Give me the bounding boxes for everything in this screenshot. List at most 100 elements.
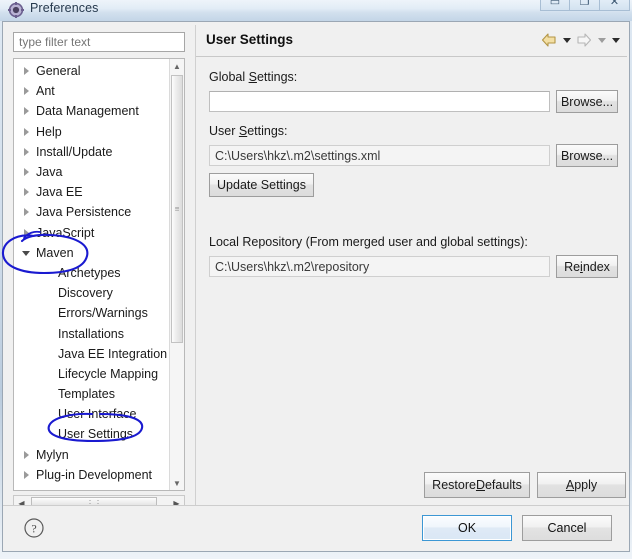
twisty-collapsed-icon[interactable] [22,147,32,157]
local-repository-input[interactable] [209,256,550,277]
window-title-bar: Preferences ▭ ❐ ✕ [0,0,632,21]
twisty-placeholder [44,349,54,359]
tree-item[interactable]: Errors/Warnings [14,303,174,323]
preferences-sidebar: General Ant Data Management Help Install/Upd… [7,25,193,512]
page-menu-caret-icon[interactable] [610,31,621,49]
help-question-icon[interactable]: ? [23,517,45,539]
forward-dropdown-caret-icon [596,31,607,49]
restore-defaults-button[interactable]: Restore Defaults [424,472,530,498]
tree-item[interactable]: Discovery [14,283,174,303]
preferences-tree[interactable]: General Ant Data Management Help Install/Upd… [13,58,185,491]
twisty-collapsed-icon[interactable] [22,207,32,217]
minimize-icon: ▭ [549,0,561,8]
user-settings-input[interactable] [209,145,550,166]
tree-item[interactable]: General [14,61,174,81]
tree-item[interactable]: Help [14,122,174,142]
tree-item[interactable]: Templates [14,384,174,404]
twisty-placeholder [44,268,54,278]
tree-item[interactable]: Lifecycle Mapping [14,364,174,384]
tree-vertical-scrollbar[interactable]: ▲ ≡ ▼ [169,59,184,490]
user-settings-label-key: S [238,124,248,138]
reindex-label-pre: Re [564,259,581,274]
tree-item-label: User Interface [58,407,137,422]
cancel-button[interactable]: Cancel [522,515,612,541]
tree-item[interactable]: Install/Update [14,142,174,162]
twisty-expanded-icon[interactable] [22,248,32,258]
update-settings-button[interactable]: Update Settings [209,173,314,197]
filter-input[interactable] [13,32,185,52]
minimize-button[interactable]: ▭ [540,0,570,11]
tree-item-label: Errors/Warnings [58,306,148,321]
tree-item[interactable]: Plug-in Development [14,465,174,485]
forward-arrow-icon [575,31,593,49]
tree-item[interactable]: Java EE Integration [14,344,174,364]
tree-item[interactable]: Java EE [14,182,174,202]
global-settings-label-pre: Global [209,70,249,84]
user-settings-label-pre: User [209,124,239,138]
local-repository-label: Local Repository (From merged user and g… [209,235,528,249]
page-action-buttons: Restore Defaults Apply [196,470,627,510]
tree-item[interactable]: JavaScript [14,223,174,243]
tree-item[interactable]: Mylyn [14,445,174,465]
twisty-collapsed-icon[interactable] [22,167,32,177]
apply-label-post: pply [574,478,598,492]
settings-page-header: User Settings [196,25,627,57]
ok-button[interactable]: OK [422,515,512,541]
apply-button[interactable]: Apply [537,472,626,498]
twisty-placeholder [44,329,54,339]
tree-vscroll-thumb[interactable]: ≡ [171,75,183,343]
tree-item-label: Java EE Integration [58,346,168,361]
tree-item[interactable]: User Settings [14,424,174,444]
scroll-up-icon[interactable]: ▲ [170,59,184,73]
global-settings-label-key: S [248,70,257,84]
twisty-collapsed-icon[interactable] [22,86,32,96]
tree-item-label: Java EE [36,185,83,200]
settings-page: User Settings Global Settings: Browse...… [195,25,627,510]
global-settings-browse-button[interactable]: Browse... [556,90,618,113]
scroll-down-icon[interactable]: ▼ [170,476,184,490]
global-settings-input[interactable] [209,91,550,112]
maximize-button[interactable]: ❐ [570,0,600,11]
tree-item-label: Java Persistence [36,205,132,220]
twisty-collapsed-icon[interactable] [22,228,32,238]
tree-item-label: Discovery [58,286,113,301]
tree-item-label: General [36,64,81,79]
tree-item[interactable]: Java [14,162,174,182]
user-settings-browse-button[interactable]: Browse... [556,144,618,167]
tree-item-label: Install/Update [36,144,113,159]
tree-item[interactable]: Installations [14,323,174,343]
tree-item-label: Installations [58,326,125,341]
apply-label-key: A [565,478,575,492]
tree-item[interactable]: Maven [14,243,174,263]
twisty-placeholder [44,429,54,439]
tree-item[interactable]: Archetypes [14,263,174,283]
close-button[interactable]: ✕ [600,0,630,11]
twisty-collapsed-icon[interactable] [22,66,32,76]
window-controls: ▭ ❐ ✕ [540,0,630,11]
twisty-placeholder [44,369,54,379]
tree-item[interactable]: Data Management [14,101,174,121]
tree-item-label: Maven [36,245,74,260]
twisty-collapsed-icon[interactable] [22,470,32,480]
twisty-collapsed-icon[interactable] [22,106,32,116]
reindex-label-post: ndex [582,259,610,274]
tree-item-label: Help [36,124,62,139]
back-dropdown-caret-icon[interactable] [561,31,572,49]
tree-item[interactable]: Java Persistence [14,202,174,222]
window-title: Preferences [30,1,99,15]
tree-item[interactable]: Ant [14,81,174,101]
twisty-collapsed-icon[interactable] [22,450,32,460]
user-settings-label-post: ettings: [247,124,288,138]
preferences-dialog: General Ant Data Management Help Install/Upd… [2,21,630,552]
page-title: User Settings [206,32,294,47]
tree-item-label: Data Management [36,104,139,119]
twisty-placeholder [44,288,54,298]
page-navigation [540,31,621,49]
maximize-icon: ❐ [579,0,590,8]
tree-item[interactable]: User Interface [14,404,174,424]
twisty-collapsed-icon[interactable] [22,187,32,197]
twisty-collapsed-icon[interactable] [22,127,32,137]
global-settings-label-post: ettings: [256,70,298,84]
back-arrow-icon[interactable] [540,31,558,49]
reindex-button[interactable]: Re i ndex [556,255,618,278]
